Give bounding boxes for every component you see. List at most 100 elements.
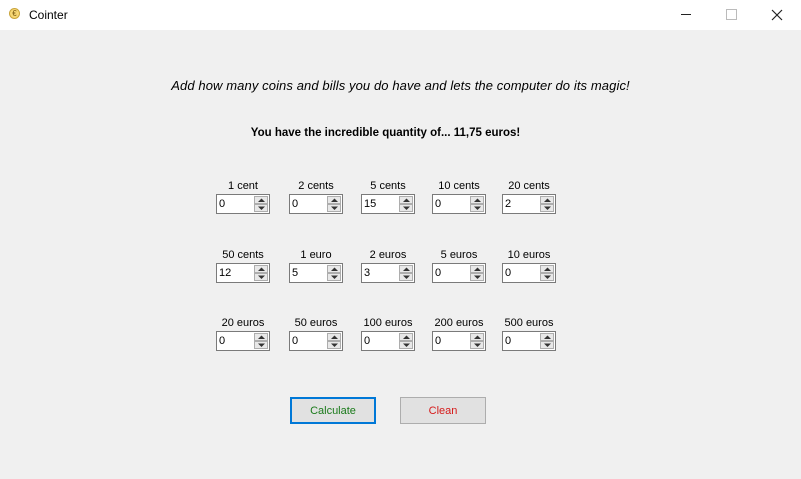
stepper-up-button[interactable]: [399, 265, 413, 273]
stepper-up-button[interactable]: [470, 333, 484, 341]
close-icon: [771, 9, 783, 21]
arrow-down-icon: [403, 343, 410, 347]
arrow-down-icon: [331, 275, 338, 279]
stepper-up-button[interactable]: [327, 265, 341, 273]
window-title: Cointer: [29, 8, 68, 22]
quantity-stepper[interactable]: 0: [502, 263, 556, 283]
arrow-up-icon: [331, 335, 338, 339]
stepper-down-button[interactable]: [254, 341, 268, 349]
stepper-up-button[interactable]: [254, 196, 268, 204]
arrow-down-icon: [544, 343, 551, 347]
stepper-up-button[interactable]: [327, 333, 341, 341]
quantity-value[interactable]: 0: [505, 335, 511, 347]
quantity-stepper[interactable]: 3: [361, 263, 415, 283]
maximize-button[interactable]: [708, 0, 754, 30]
quantity-stepper[interactable]: 5: [289, 263, 343, 283]
stepper-arrows: [470, 333, 484, 349]
quantity-stepper[interactable]: 0: [361, 331, 415, 351]
quantity-value[interactable]: 5: [292, 267, 298, 279]
stepper-up-button[interactable]: [399, 333, 413, 341]
stepper-up-button[interactable]: [254, 333, 268, 341]
arrow-down-icon: [403, 206, 410, 210]
stepper-down-button[interactable]: [254, 204, 268, 212]
quantity-stepper[interactable]: 0: [216, 331, 270, 351]
stepper-down-button[interactable]: [399, 204, 413, 212]
arrow-up-icon: [331, 198, 338, 202]
coin-app-icon: €: [9, 8, 20, 19]
quantity-value[interactable]: 0: [219, 335, 225, 347]
quantity-stepper[interactable]: 0: [289, 331, 343, 351]
quantity-stepper[interactable]: 0: [432, 331, 486, 351]
stepper-down-button[interactable]: [470, 204, 484, 212]
stepper-up-button[interactable]: [470, 196, 484, 204]
stepper-up-button[interactable]: [254, 265, 268, 273]
quantity-value[interactable]: 3: [364, 267, 370, 279]
stepper-up-button[interactable]: [540, 265, 554, 273]
quantity-value[interactable]: 12: [219, 267, 231, 279]
quantity-value[interactable]: 0: [435, 267, 441, 279]
coin-label: 10 euros: [507, 249, 551, 261]
coin-label: 50 euros: [294, 317, 338, 329]
stepper-up-button[interactable]: [540, 333, 554, 341]
stepper-arrows: [399, 265, 413, 281]
stepper-down-button[interactable]: [254, 273, 268, 281]
quantity-value[interactable]: 0: [219, 198, 225, 210]
arrow-up-icon: [474, 267, 481, 271]
coin-label: 1 cent: [228, 180, 258, 192]
quantity-value[interactable]: 0: [364, 335, 370, 347]
stepper-up-button[interactable]: [399, 196, 413, 204]
stepper-up-button[interactable]: [327, 196, 341, 204]
quantity-stepper[interactable]: 2: [502, 194, 556, 214]
stepper-up-button[interactable]: [540, 196, 554, 204]
stepper-down-button[interactable]: [470, 341, 484, 349]
quantity-stepper[interactable]: 0: [502, 331, 556, 351]
stepper-arrows: [327, 196, 341, 212]
quantity-value[interactable]: 2: [505, 198, 511, 210]
quantity-stepper[interactable]: 0: [216, 194, 270, 214]
clean-button[interactable]: Clean: [400, 397, 486, 424]
stepper-down-button[interactable]: [327, 341, 341, 349]
stepper-down-button[interactable]: [540, 273, 554, 281]
stepper-down-button[interactable]: [470, 273, 484, 281]
arrow-down-icon: [403, 275, 410, 279]
stepper-arrows: [470, 265, 484, 281]
stepper-down-button[interactable]: [399, 341, 413, 349]
stepper-arrows: [327, 265, 341, 281]
stepper-down-button[interactable]: [327, 273, 341, 281]
arrow-up-icon: [474, 335, 481, 339]
quantity-value[interactable]: 0: [435, 198, 441, 210]
arrow-down-icon: [474, 343, 481, 347]
quantity-value[interactable]: 0: [435, 335, 441, 347]
arrow-up-icon: [331, 267, 338, 271]
stepper-down-button[interactable]: [540, 204, 554, 212]
quantity-stepper[interactable]: 0: [432, 194, 486, 214]
arrow-down-icon: [258, 206, 265, 210]
stepper-arrows: [254, 333, 268, 349]
stepper-down-button[interactable]: [399, 273, 413, 281]
arrow-up-icon: [403, 335, 410, 339]
stepper-down-button[interactable]: [540, 341, 554, 349]
stepper-up-button[interactable]: [470, 265, 484, 273]
quantity-stepper[interactable]: 15: [361, 194, 415, 214]
coin-label: 1 euro: [300, 249, 332, 261]
quantity-stepper[interactable]: 0: [432, 263, 486, 283]
arrow-up-icon: [544, 198, 551, 202]
minimize-button[interactable]: [663, 0, 709, 30]
stepper-down-button[interactable]: [327, 204, 341, 212]
quantity-value[interactable]: 0: [292, 335, 298, 347]
quantity-stepper[interactable]: 12: [216, 263, 270, 283]
coin-label: 5 euros: [440, 249, 478, 261]
quantity-stepper[interactable]: 0: [289, 194, 343, 214]
quantity-value[interactable]: 0: [505, 267, 511, 279]
arrow-up-icon: [474, 198, 481, 202]
close-button[interactable]: [754, 0, 800, 30]
quantity-value[interactable]: 15: [364, 198, 376, 210]
arrow-down-icon: [474, 275, 481, 279]
coin-label: 2 cents: [298, 180, 334, 192]
stepper-arrows: [540, 265, 554, 281]
arrow-up-icon: [258, 335, 265, 339]
arrow-up-icon: [403, 198, 410, 202]
calculate-button[interactable]: Calculate: [290, 397, 376, 424]
quantity-value[interactable]: 0: [292, 198, 298, 210]
stepper-arrows: [540, 196, 554, 212]
